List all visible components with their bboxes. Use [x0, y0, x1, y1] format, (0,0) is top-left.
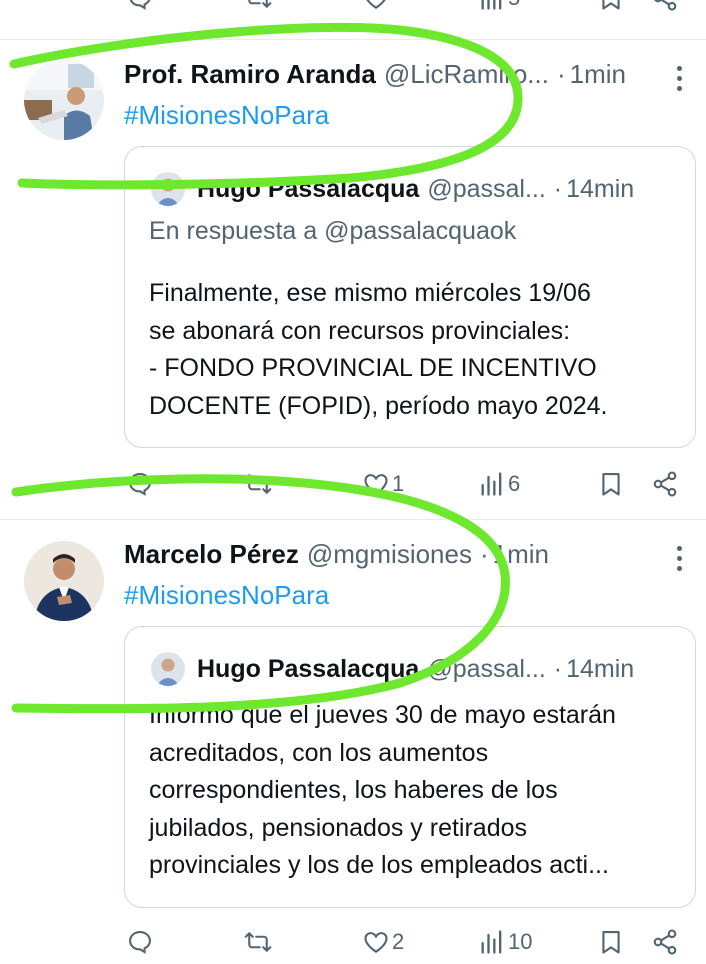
quoted-tweet-text: Finalmente, ese mismo miércoles 19/06 se… [149, 275, 679, 425]
reply-button[interactable] [126, 470, 156, 498]
heart-icon [366, 0, 386, 9]
quoted-tweet[interactable]: Hugo Passalacqua @passal... · 14min En r… [124, 146, 696, 448]
retweet-icon [248, 0, 272, 8]
text-line: provinciales y los de los empleados acti… [149, 851, 609, 879]
share-button[interactable] [651, 928, 679, 956]
views-button[interactable]: 5 [478, 0, 520, 12]
divider [0, 519, 706, 520]
views-button[interactable]: 6 [478, 470, 520, 498]
text-line: correspondientes, los haberes de los [149, 776, 558, 804]
text-line: acreditados, con los aumentos [149, 738, 489, 767]
avatar-image [24, 60, 104, 140]
share-icon [653, 471, 677, 497]
reply-icon [129, 931, 151, 954]
retweet-button[interactable] [244, 470, 274, 498]
views-count: 10 [508, 929, 533, 954]
text-line: jubilados, pensionados y retirados [149, 813, 528, 842]
bookmark-button[interactable] [597, 928, 625, 956]
quoted-tweet-header: Hugo Passalacqua @passal... · 14min [151, 651, 634, 687]
heart-icon [364, 474, 388, 495]
quoted-tweet-header: Hugo Passalacqua @passal... · 14min [151, 171, 634, 207]
quoted-tweet[interactable]: Hugo Passalacqua @passal... · 14min Info… [124, 626, 696, 908]
share-icon [653, 929, 677, 955]
retweet-button[interactable] [244, 928, 274, 956]
share-icon [654, 0, 677, 11]
reply-context: En respuesta a @passalacquaok [149, 217, 517, 245]
tweet-header: Prof. Ramiro Aranda @LicRamiro... · 1min [124, 57, 626, 91]
reply-button[interactable] [126, 928, 156, 956]
quoted-timestamp: 14min [566, 174, 635, 203]
views-icon [481, 0, 502, 10]
author-name[interactable]: Marcelo Pérez [124, 539, 299, 570]
quoted-tweet-text: Informo que el jueves 30 de mayo estarán… [149, 697, 679, 885]
author-handle[interactable]: @LicRamiro... [384, 59, 549, 90]
quoted-author-handle: @passal... [427, 654, 546, 683]
like-button[interactable]: 2 [362, 928, 404, 956]
avatar-image [24, 541, 104, 621]
retweet-icon [244, 932, 272, 952]
hashtag-link[interactable]: #MisionesNoPara [124, 100, 329, 131]
like-button[interactable]: 1 [362, 470, 404, 498]
tweet-header: Marcelo Pérez @mgmisiones · 1min [124, 537, 549, 571]
bookmark-button[interactable] [597, 470, 625, 498]
bookmark-button[interactable] [597, 0, 625, 12]
text-line: se abonará con recursos provinciales: [149, 316, 571, 345]
quoted-author-handle: @passal... [427, 174, 546, 203]
separator-dot: · [479, 538, 489, 569]
separator-dot: · [556, 58, 566, 89]
reply-icon [129, 0, 151, 10]
like-count: 2 [392, 929, 405, 954]
avatar[interactable] [24, 60, 104, 140]
reply-button[interactable] [126, 0, 154, 12]
heart-icon [364, 932, 388, 953]
separator-dot: · [553, 174, 563, 203]
text-line: DOCENTE (FOPID), período mayo 2024. [149, 391, 608, 420]
more-dots-icon [677, 66, 682, 71]
text-line: Informo que el jueves 30 de mayo estarán [149, 701, 616, 729]
views-button[interactable]: 10 [478, 928, 532, 956]
avatar[interactable] [24, 541, 104, 621]
author-name[interactable]: Prof. Ramiro Aranda [124, 59, 376, 90]
views-icon [481, 472, 502, 496]
quoted-timestamp: 14min [566, 654, 635, 683]
bookmark-icon [602, 931, 620, 954]
views-count: 5 [508, 0, 520, 11]
hashtag-link[interactable]: #MisionesNoPara [124, 580, 329, 611]
like-count: 1 [392, 471, 405, 496]
quoted-author-name: Hugo Passalacqua [197, 654, 420, 683]
more-options-button[interactable] [668, 542, 692, 576]
quoted-avatar [151, 172, 185, 206]
share-button[interactable] [651, 470, 679, 498]
tweet-action-bar: 2 10 [0, 924, 706, 964]
top-action-bar: 5 [0, 0, 706, 18]
like-button[interactable] [362, 0, 390, 12]
timestamp[interactable]: 1min [570, 59, 626, 90]
views-count: 6 [508, 471, 521, 496]
bookmark-icon [602, 0, 620, 10]
retweet-icon [244, 474, 272, 494]
timestamp[interactable]: 1min [493, 539, 549, 570]
more-options-button[interactable] [668, 62, 692, 96]
quoted-avatar-image [151, 172, 185, 206]
author-handle[interactable]: @mgmisiones [307, 539, 472, 570]
divider [0, 39, 706, 40]
tweet-action-bar: 1 6 [0, 466, 706, 506]
text-line: - FONDO PROVINCIAL DE INCENTIVO [149, 354, 597, 382]
reply-icon [129, 473, 151, 496]
views-icon [481, 930, 502, 954]
separator-dot: · [553, 654, 563, 683]
quoted-avatar-image [151, 652, 185, 686]
text-line: Finalmente, ese mismo miércoles 19/06 [149, 279, 591, 307]
quoted-avatar [151, 652, 185, 686]
bookmark-icon [602, 473, 620, 496]
share-button[interactable] [651, 0, 679, 12]
quoted-author-name: Hugo Passalacqua [197, 174, 420, 203]
retweet-button[interactable] [244, 0, 272, 12]
more-dots-icon [677, 546, 682, 551]
